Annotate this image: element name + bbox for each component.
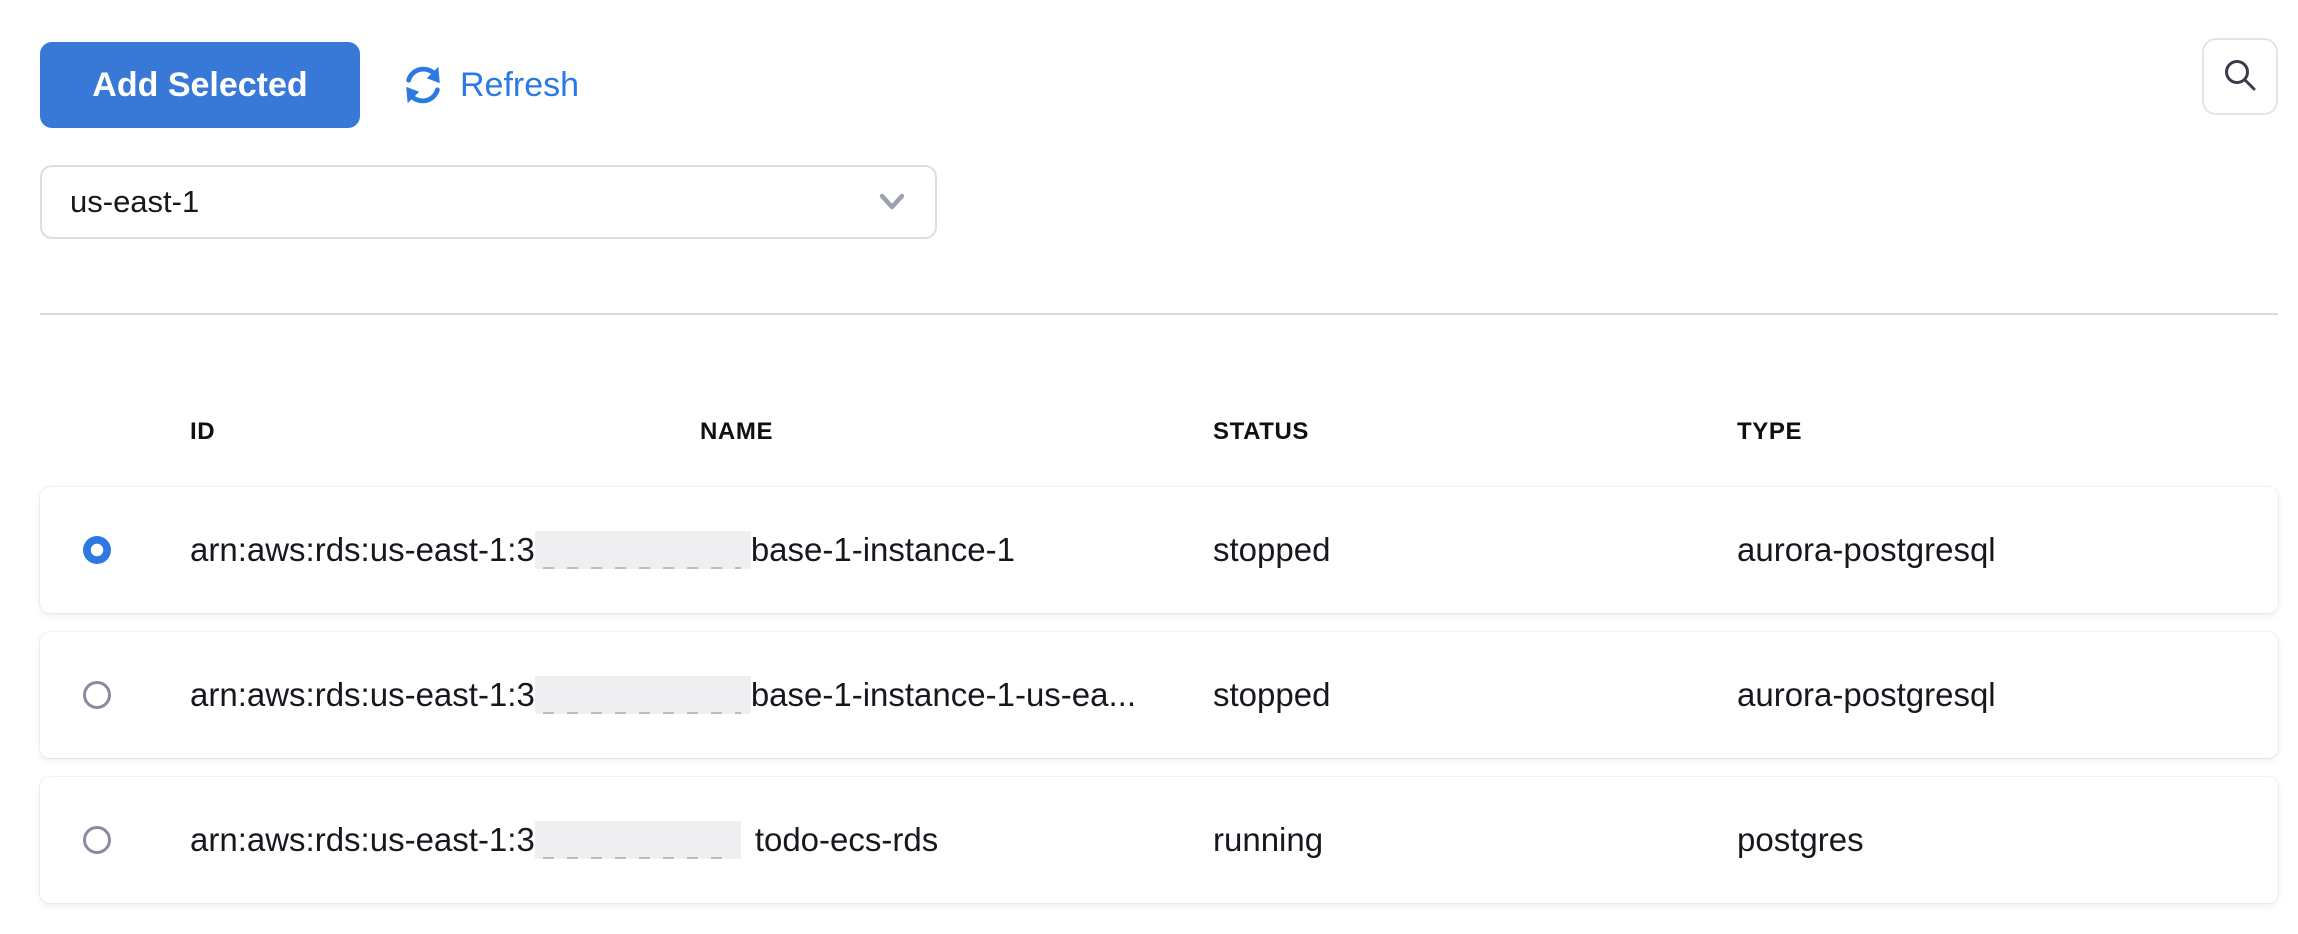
region-dropdown-value: us-east-1 bbox=[70, 184, 199, 220]
table-row[interactable]: arn:aws:rds:us-east-1:3 todo-ecs-rds run… bbox=[40, 777, 2278, 903]
row-radio[interactable] bbox=[83, 681, 111, 709]
row-type-cell: postgres bbox=[1737, 821, 2278, 859]
row-id-redaction-box bbox=[535, 531, 751, 569]
region-dropdown[interactable]: us-east-1 bbox=[40, 165, 937, 239]
row-id-suffix: base-1-instance-1-us-ea... bbox=[751, 676, 1136, 714]
row-status-cell: stopped bbox=[1213, 531, 1737, 569]
refresh-icon bbox=[400, 62, 446, 108]
column-header-id: ID bbox=[190, 418, 700, 446]
row-radio-cell bbox=[40, 536, 190, 564]
row-status-cell: running bbox=[1213, 821, 1737, 859]
row-id-redaction-box bbox=[535, 676, 751, 714]
row-type-cell: aurora-postgresql bbox=[1737, 676, 2278, 714]
table-row[interactable]: arn:aws:rds:us-east-1:3 base-1-instance-… bbox=[40, 632, 2278, 758]
table-row[interactable]: arn:aws:rds:us-east-1:3 base-1-instance-… bbox=[40, 487, 2278, 613]
chevron-down-icon bbox=[877, 184, 907, 220]
row-radio-cell bbox=[40, 826, 190, 854]
row-id-cell: arn:aws:rds:us-east-1:3 todo-ecs-rds bbox=[190, 821, 1213, 859]
refresh-button[interactable]: Refresh bbox=[400, 42, 579, 128]
row-status-cell: stopped bbox=[1213, 676, 1737, 714]
column-header-name: NAME bbox=[700, 418, 1213, 446]
row-radio-cell bbox=[40, 681, 190, 709]
magnifier-icon bbox=[2219, 54, 2261, 99]
column-header-status: STATUS bbox=[1213, 418, 1737, 446]
divider bbox=[40, 313, 2278, 315]
row-id-cell: arn:aws:rds:us-east-1:3 base-1-instance-… bbox=[190, 676, 1213, 714]
column-header-type: TYPE bbox=[1737, 418, 2278, 446]
row-id-prefix: arn:aws:rds:us-east-1:3 bbox=[190, 821, 535, 859]
refresh-label: Refresh bbox=[460, 66, 579, 105]
row-radio[interactable] bbox=[83, 826, 111, 854]
resource-table-body: arn:aws:rds:us-east-1:3 base-1-instance-… bbox=[40, 487, 2278, 903]
row-id-cell: arn:aws:rds:us-east-1:3 base-1-instance-… bbox=[190, 531, 1213, 569]
row-id-prefix: arn:aws:rds:us-east-1:3 bbox=[190, 531, 535, 569]
resource-picker-panel: Add Selected Refresh us-east-1 bbox=[0, 0, 2298, 934]
search-button[interactable] bbox=[2202, 38, 2278, 115]
row-id-suffix: base-1-instance-1 bbox=[751, 531, 1015, 569]
table-header-row: ID NAME STATUS TYPE bbox=[40, 404, 2278, 460]
row-radio[interactable] bbox=[83, 536, 111, 564]
row-id-suffix: todo-ecs-rds bbox=[755, 821, 938, 859]
add-selected-button[interactable]: Add Selected bbox=[40, 42, 360, 128]
row-id-prefix: arn:aws:rds:us-east-1:3 bbox=[190, 676, 535, 714]
row-type-cell: aurora-postgresql bbox=[1737, 531, 2278, 569]
row-id-redaction-box bbox=[535, 821, 741, 859]
